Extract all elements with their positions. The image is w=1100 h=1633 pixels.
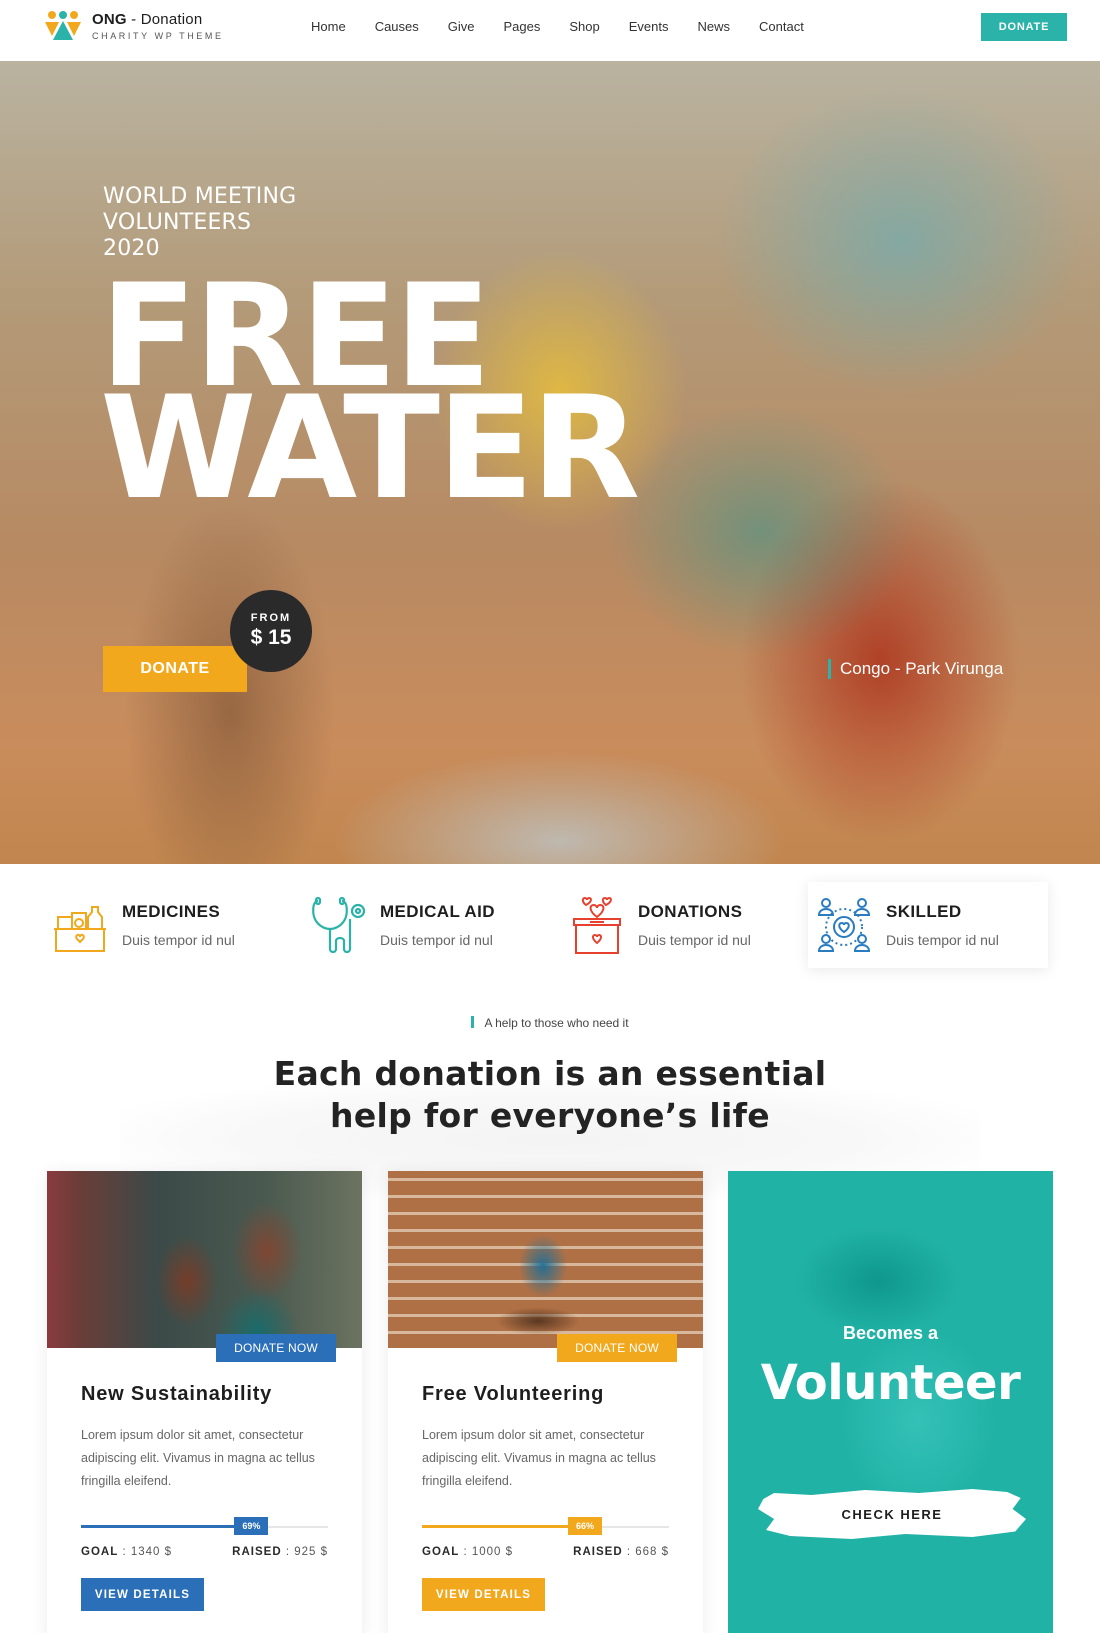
progress-label: 69% <box>234 1517 269 1535</box>
view-details-button[interactable]: VIEW DETAILS <box>81 1578 204 1611</box>
feature-title: SKILLED <box>886 902 962 921</box>
features-strip: MEDICINES Duis tempor id nul MEDICAL AID… <box>0 864 1100 994</box>
nav-shop[interactable]: Shop <box>569 19 599 34</box>
feature-desc: Duis tempor id nul <box>886 932 999 948</box>
location-text: Congo - Park Virunga <box>840 659 1004 678</box>
volunteer-banner: Becomes a Volunteer CHECK HERE <box>728 1171 1053 1633</box>
people-network-icon <box>817 898 871 952</box>
price-value: $ 15 <box>250 626 292 649</box>
donate-now-button[interactable]: DONATE NOW <box>216 1334 336 1362</box>
progress-fill <box>422 1525 586 1528</box>
logo[interactable]: ONG - Donation CHARITY WP THEME <box>44 10 224 42</box>
nav-events[interactable]: Events <box>629 19 669 34</box>
feature-medicines[interactable]: MEDICINES Duis tempor id nul <box>44 882 284 968</box>
hero-banner: WORLD MEETING VOLUNTEERS 2020 FREE WATER… <box>0 61 1100 864</box>
logo-subtitle: CHARITY WP THEME <box>92 31 224 41</box>
feature-medical-aid[interactable]: MEDICAL AID Duis tempor id nul <box>302 882 542 968</box>
progress-bar: 69% <box>81 1517 328 1535</box>
volunteer-kicker: Becomes a <box>842 1323 939 1343</box>
nav-home[interactable]: Home <box>311 19 346 34</box>
main-nav: Home Causes Give Pages Shop Events News … <box>311 19 833 34</box>
nav-give[interactable]: Give <box>448 19 475 34</box>
feature-skilled[interactable]: SKILLED Duis tempor id nul <box>808 882 1048 968</box>
cause-image[interactable]: DONATE NOW <box>47 1171 362 1362</box>
raised-stat: RAISED : 668 $ <box>573 1546 669 1558</box>
hero-subtitle-line: WORLD MEETING <box>103 184 297 209</box>
nav-news[interactable]: News <box>698 19 731 34</box>
logo-title: ONG - Donation <box>92 11 203 28</box>
section-title: Each donation is an essential help for e… <box>0 1053 1100 1137</box>
cause-stats: GOAL : 1000 $ RAISED : 668 $ <box>422 1546 669 1558</box>
feature-desc: Duis tempor id nul <box>638 932 751 948</box>
cause-stats: GOAL : 1340 $ RAISED : 925 $ <box>81 1546 328 1558</box>
location-bar <box>828 659 831 679</box>
logo-icon <box>45 11 81 40</box>
view-details-button[interactable]: VIEW DETAILS <box>422 1578 545 1611</box>
hero-subtitle: WORLD MEETING VOLUNTEERS 2020 <box>103 184 296 262</box>
section-title-line: Each donation is an essential <box>273 1054 827 1093</box>
cause-title[interactable]: New Sustainability <box>81 1383 328 1406</box>
progress-bar: 66% <box>422 1517 669 1535</box>
volunteer-title: Volunteer <box>760 1355 1021 1411</box>
donate-now-button[interactable]: DONATE NOW <box>557 1334 677 1362</box>
eyebrow-bar <box>471 1016 475 1028</box>
cause-image[interactable]: DONATE NOW <box>388 1171 703 1362</box>
nav-contact[interactable]: Contact <box>759 19 804 34</box>
progress-fill <box>81 1525 252 1528</box>
header-donate-button[interactable]: DONATE <box>981 13 1067 41</box>
feature-desc: Duis tempor id nul <box>380 932 493 948</box>
section-title-line: help for everyone’s life <box>330 1096 770 1135</box>
feature-title: MEDICAL AID <box>380 902 495 921</box>
nav-pages[interactable]: Pages <box>504 19 541 34</box>
hero-location: Congo - Park Virunga <box>828 659 1003 679</box>
cause-card: DONATE NOW Free Volunteering Lorem ipsum… <box>388 1171 703 1633</box>
feature-title: DONATIONS <box>638 902 743 921</box>
cause-description: Lorem ipsum dolor sit amet, consectetur … <box>422 1428 656 1488</box>
price-badge: FROM $ 15 <box>230 590 312 672</box>
cause-card: DONATE NOW New Sustainability Lorem ipsu… <box>47 1171 362 1633</box>
raised-stat: RAISED : 925 $ <box>232 1546 328 1558</box>
price-from-label: FROM <box>250 612 292 624</box>
hero-subtitle-line: VOLUNTEERS <box>103 210 252 235</box>
medicine-box-icon <box>54 906 106 952</box>
stethoscope-icon <box>312 896 366 954</box>
feature-donations[interactable]: DONATIONS Duis tempor id nul <box>560 882 800 968</box>
check-here-button[interactable]: CHECK HERE <box>758 1489 1026 1539</box>
cause-description: Lorem ipsum dolor sit amet, consectetur … <box>81 1428 315 1488</box>
hero-title: FREE WATER <box>100 266 640 531</box>
eyebrow-text: A help to those who need it <box>484 1016 629 1030</box>
feature-desc: Duis tempor id nul <box>122 932 235 948</box>
hero-title-line: WATER <box>100 366 640 531</box>
cause-title[interactable]: Free Volunteering <box>422 1383 669 1406</box>
hero-donate-button[interactable]: DONATE <box>103 646 247 692</box>
goal-stat: GOAL : 1340 $ <box>81 1546 173 1558</box>
site-header: ONG - Donation CHARITY WP THEME Home Cau… <box>0 0 1100 61</box>
nav-causes[interactable]: Causes <box>375 19 419 34</box>
goal-stat: GOAL : 1000 $ <box>422 1546 514 1558</box>
section-eyebrow: A help to those who need it <box>0 1016 1100 1030</box>
feature-title: MEDICINES <box>122 902 221 921</box>
progress-label: 66% <box>568 1517 603 1535</box>
donation-box-icon <box>573 896 621 954</box>
